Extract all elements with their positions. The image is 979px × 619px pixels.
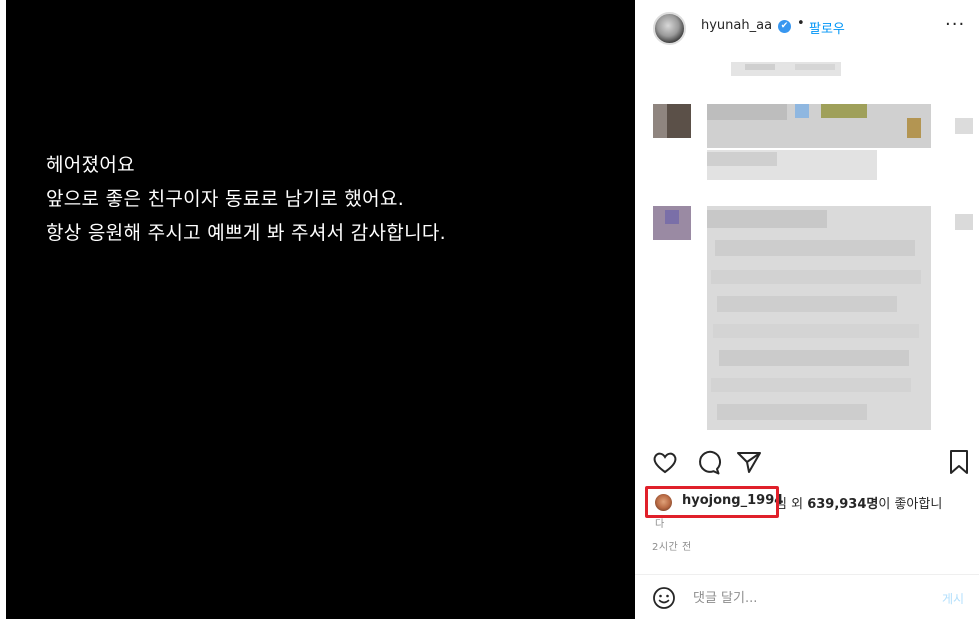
comment-bar: 게시 [635, 574, 979, 619]
comment-bubble-icon[interactable] [694, 448, 722, 476]
likes-text-continuation: 다 [655, 519, 665, 530]
bookmark-icon[interactable] [945, 448, 973, 476]
paper-plane-icon[interactable] [735, 448, 763, 476]
post-line-2: 앞으로 좋은 친구이자 동료로 남기로 했어요. [46, 188, 405, 210]
highlight-annotation-box [645, 486, 779, 518]
post-line-1: 헤어졌어요 [46, 154, 135, 176]
likes-count: 639,934명 [807, 497, 879, 512]
post-action-bar [635, 448, 979, 478]
comment-input[interactable] [693, 588, 913, 608]
likes-count-text[interactable]: 님 외 639,934명이 좋아합니 [775, 493, 942, 512]
separator-dot: • [797, 16, 805, 31]
likes-suffix: 이 좋아합니 [878, 497, 943, 512]
post-header: hyunah_aa ✔ • 팔로우 ··· [635, 0, 979, 58]
post-line-3: 항상 응원해 주시고 예쁘게 봐 주셔서 감사합니다. [46, 222, 446, 244]
post-timestamp[interactable]: 2시간 전 [652, 538, 692, 553]
post-image: 헤어졌어요 앞으로 좋은 친구이자 동료로 남기로 했어요. 항상 응원해 주시… [6, 0, 635, 619]
follow-button[interactable]: 팔로우 [809, 18, 845, 37]
post-side-panel: hyunah_aa ✔ • 팔로우 ··· hyojong_1994 님 외 6… [635, 0, 979, 619]
likes-prefix: 님 외 [775, 497, 808, 512]
author-username[interactable]: hyunah_aa [701, 18, 772, 33]
post-comment-button[interactable]: 게시 [942, 590, 964, 607]
author-avatar[interactable] [653, 12, 686, 45]
post-caption-text: 헤어졌어요 앞으로 좋은 친구이자 동료로 남기로 했어요. 항상 응원해 주시… [46, 148, 446, 250]
verified-badge-icon: ✔ [778, 20, 791, 33]
more-options-icon[interactable]: ··· [945, 14, 965, 35]
smiley-icon[interactable] [652, 586, 676, 610]
heart-icon[interactable] [651, 448, 679, 476]
